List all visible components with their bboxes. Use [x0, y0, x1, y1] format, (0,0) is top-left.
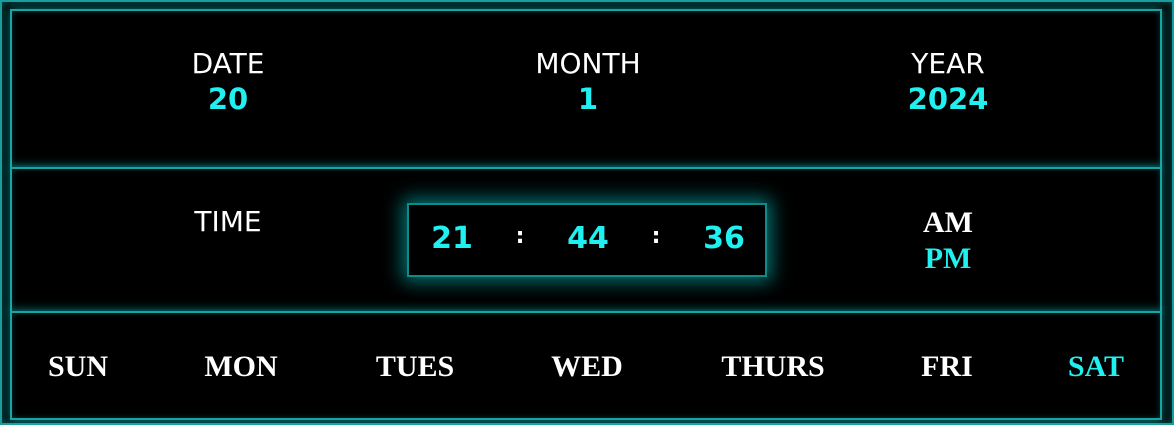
date-group: DATE 20: [192, 47, 265, 117]
clock-minutes: 44: [567, 221, 609, 256]
weekday-panel: SUN MON TUES WED THURS FRI SAT: [10, 311, 1162, 420]
clock-hours: 21: [431, 221, 473, 256]
day-thurs: THURS: [721, 350, 825, 383]
date-value: 20: [207, 82, 249, 116]
digital-clock: 21 : 44 : 36: [407, 203, 767, 277]
day-wed: WED: [551, 350, 623, 383]
year-value: 2024: [907, 82, 989, 116]
clock-separator: :: [515, 224, 525, 249]
day-fri: FRI: [921, 350, 973, 383]
day-mon: MON: [204, 350, 278, 383]
month-value: 1: [577, 82, 599, 116]
month-group: MONTH 1: [535, 47, 640, 117]
year-group: YEAR 2024: [908, 47, 989, 117]
clock-seconds: 36: [703, 221, 745, 256]
am-label: AM: [923, 206, 973, 239]
month-label: MONTH: [535, 47, 641, 80]
am-pm-indicator: AM PM: [923, 205, 973, 277]
clock-separator: :: [651, 224, 661, 249]
time-label: TIME: [194, 205, 262, 238]
date-label: DATE: [191, 47, 265, 80]
day-tues: TUES: [375, 350, 455, 383]
day-sat: SAT: [1067, 350, 1125, 383]
day-sun: SUN: [47, 350, 109, 383]
time-panel: TIME 21 : 44 : 36 AM PM: [10, 167, 1162, 314]
date-panel: DATE 20 MONTH 1 YEAR 2024: [10, 9, 1162, 169]
clock-widget: DATE 20 MONTH 1 YEAR 2024 TIME 21 : 44 :…: [0, 0, 1174, 425]
year-label: YEAR: [911, 47, 985, 80]
pm-label: PM: [924, 242, 972, 275]
